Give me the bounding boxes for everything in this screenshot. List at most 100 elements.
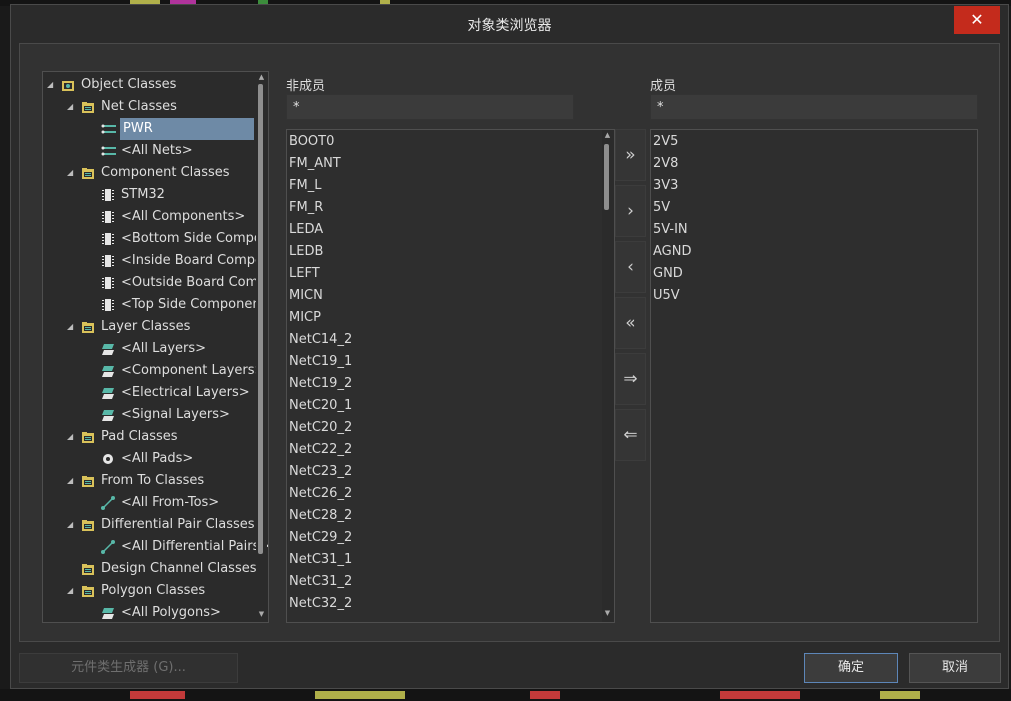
non-members-scroll-thumb[interactable]: [604, 144, 609, 210]
expand-toggle-icon[interactable]: ◢: [67, 514, 77, 536]
tree-item[interactable]: <All Components>: [43, 206, 253, 228]
members-filter[interactable]: [650, 94, 978, 121]
tree-item[interactable]: ◢ Differential Pair Classes: [43, 514, 255, 536]
tree-item[interactable]: <All From-Tos>: [43, 492, 253, 514]
list-item[interactable]: 2V8: [653, 153, 678, 175]
expand-toggle-icon[interactable]: ◢: [67, 426, 77, 448]
list-item[interactable]: NetC28_2: [289, 505, 352, 527]
tree-item[interactable]: <Signal Layers>: [43, 404, 253, 426]
move-right-button[interactable]: ›: [615, 185, 646, 237]
list-item[interactable]: NetC31_2: [289, 571, 352, 593]
tree-item[interactable]: ◢ Object Classes: [43, 74, 253, 96]
close-icon: ✕: [970, 10, 984, 29]
pcb-trace: [315, 691, 405, 699]
tree-item-label: <All Pads>: [121, 451, 194, 466]
list-item[interactable]: NetC19_1: [289, 351, 352, 373]
non-members-scrollbar[interactable]: ▲ ▼: [602, 130, 614, 622]
expand-toggle-icon[interactable]: ◢: [67, 580, 77, 602]
tree-item-label: Object Classes: [81, 77, 177, 92]
tree-scroll-thumb[interactable]: [258, 84, 263, 554]
close-button[interactable]: ✕: [954, 6, 1000, 34]
tree-item[interactable]: ◢ Net Classes: [43, 96, 253, 118]
move-filtered-right-button[interactable]: ⇒: [615, 353, 646, 405]
list-item[interactable]: GND: [653, 263, 683, 285]
list-item[interactable]: NetC29_2: [289, 527, 352, 549]
list-item[interactable]: AGND: [653, 241, 691, 263]
scroll-down-arrow-icon[interactable]: ▼: [256, 610, 267, 618]
non-members-filter-input[interactable]: [293, 95, 573, 121]
list-item[interactable]: BOOT0: [289, 131, 334, 153]
tree-item[interactable]: Design Channel Classes: [43, 558, 257, 580]
tree-item[interactable]: <All Nets>: [43, 140, 253, 162]
tree-item-label: Design Channel Classes: [101, 561, 257, 576]
list-item[interactable]: MICN: [289, 285, 323, 307]
tree-item[interactable]: <All Differential Pairs>: [43, 536, 268, 558]
tree-item[interactable]: <Bottom Side Compo: [43, 228, 262, 250]
tree-item[interactable]: <All Layers>: [43, 338, 253, 360]
tree-item-label: <Electrical Layers>: [121, 385, 250, 400]
members-filter-input[interactable]: [657, 95, 977, 121]
move-left-button[interactable]: ‹: [615, 241, 646, 293]
list-item[interactable]: FM_L: [289, 175, 321, 197]
list-item[interactable]: NetC26_2: [289, 483, 352, 505]
expand-toggle-icon[interactable]: ◢: [67, 96, 77, 118]
scroll-up-arrow-icon[interactable]: ▲: [602, 131, 613, 139]
scroll-down-arrow-icon[interactable]: ▼: [602, 609, 613, 617]
expand-toggle-icon[interactable]: ◢: [67, 316, 77, 338]
list-item[interactable]: NetC20_2: [289, 417, 352, 439]
list-item[interactable]: LEDA: [289, 219, 323, 241]
tree-item[interactable]: <Inside Board Compo: [43, 250, 263, 272]
list-item[interactable]: FM_ANT: [289, 153, 341, 175]
tree-item[interactable]: <Component Layers>: [43, 360, 265, 382]
tree-item[interactable]: <Outside Board Com: [43, 272, 258, 294]
tree-item[interactable]: ◢ From To Classes: [43, 470, 253, 492]
non-members-filter[interactable]: [286, 94, 574, 121]
list-item[interactable]: 3V3: [653, 175, 678, 197]
tree-item[interactable]: ◢ Polygon Classes: [43, 580, 253, 602]
tree-item-label: <All Nets>: [121, 143, 193, 158]
pad-folder-icon: [81, 430, 95, 444]
list-item[interactable]: LEFT: [289, 263, 320, 285]
list-item[interactable]: 5V-IN: [653, 219, 688, 241]
cancel-button[interactable]: 取消: [909, 653, 1001, 683]
list-item[interactable]: NetC31_1: [289, 549, 352, 571]
list-item[interactable]: NetC14_2: [289, 329, 352, 351]
dialog-body: ◢ Object Classes ◢ Net Classes PWR <All Nets>…: [19, 43, 1000, 642]
tree-scrollbar[interactable]: ▲ ▼: [256, 72, 267, 622]
expand-toggle-icon[interactable]: ◢: [47, 74, 57, 96]
list-item[interactable]: FM_R: [289, 197, 323, 219]
tree-item[interactable]: STM32: [43, 184, 253, 206]
tree-item[interactable]: <All Pads>: [43, 448, 253, 470]
ok-button[interactable]: 确定: [804, 653, 898, 683]
tree-item[interactable]: ◢ Layer Classes: [43, 316, 253, 338]
class-generator-button[interactable]: 元件类生成器 (G)...: [19, 653, 238, 683]
scroll-up-arrow-icon[interactable]: ▲: [256, 73, 267, 81]
move-filtered-left-button[interactable]: ⇐: [615, 409, 646, 461]
list-item[interactable]: 5V: [653, 197, 670, 219]
list-item[interactable]: NetC20_1: [289, 395, 352, 417]
tree-item[interactable]: <Electrical Layers>: [43, 382, 253, 404]
list-item[interactable]: LEDB: [289, 241, 323, 263]
move-all-left-button[interactable]: «: [615, 297, 646, 349]
component-folder-icon: [81, 166, 95, 180]
tree-item[interactable]: ◢ Pad Classes: [43, 426, 253, 448]
list-item[interactable]: MICP: [289, 307, 321, 329]
list-item[interactable]: 2V5: [653, 131, 678, 153]
list-item[interactable]: NetC22_2: [289, 439, 352, 461]
tree-item[interactable]: ◢ Component Classes: [43, 162, 253, 184]
expand-toggle-icon[interactable]: ◢: [67, 470, 77, 492]
expand-toggle-icon[interactable]: ◢: [67, 162, 77, 184]
tree-item-label: Differential Pair Classes: [101, 517, 255, 532]
tree-item[interactable]: <All Polygons>: [43, 602, 253, 622]
non-members-list[interactable]: BOOT0 FM_ANT FM_L FM_R LEDA LEDB LEFT MICN MICP N…: [286, 129, 615, 623]
tree-item-label: <Component Layers>: [121, 363, 266, 378]
component-icon: [101, 276, 115, 290]
list-item[interactable]: NetC32_2: [289, 593, 352, 615]
move-all-right-button[interactable]: »: [615, 129, 646, 181]
list-item[interactable]: NetC19_2: [289, 373, 352, 395]
tree-item[interactable]: PWR: [43, 118, 254, 140]
list-item[interactable]: NetC23_2: [289, 461, 352, 483]
list-item[interactable]: U5V: [653, 285, 680, 307]
tree-item[interactable]: <Top Side Componen: [43, 294, 261, 316]
members-list[interactable]: 2V5 2V8 3V3 5V 5V-IN AGND GND U5V: [650, 129, 978, 623]
